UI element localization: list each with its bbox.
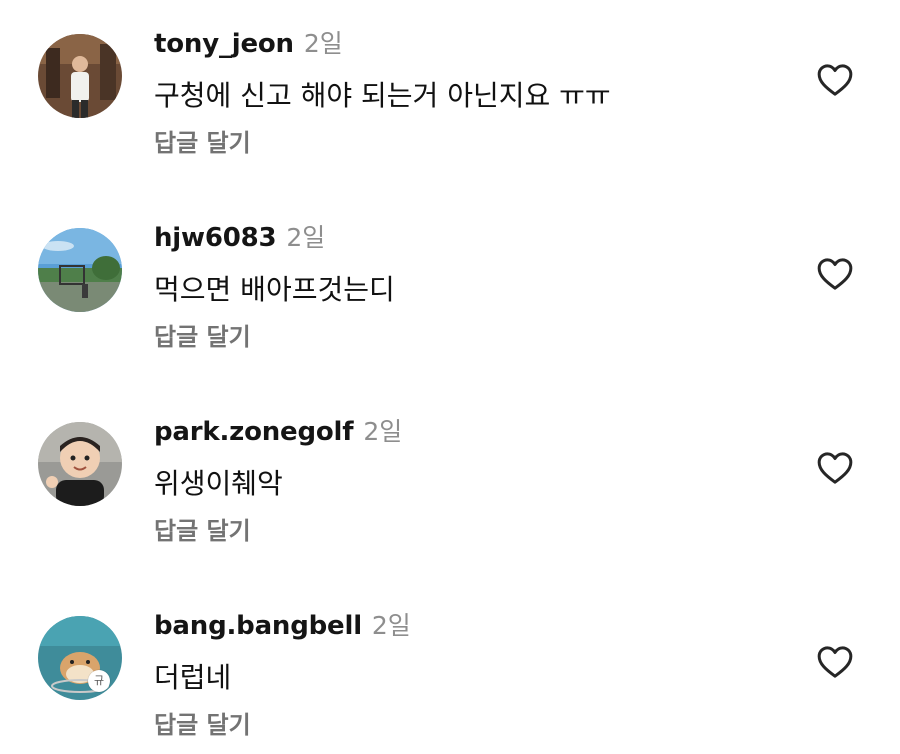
avatar[interactable] <box>38 228 122 312</box>
avatar[interactable] <box>38 616 122 700</box>
heart-icon[interactable] <box>814 254 856 294</box>
comment-text: 구청에 신고 해야 되는거 아닌지요 ㅠㅠ <box>154 79 611 112</box>
comment-header: tony_jeon 2일 <box>154 26 343 65</box>
avatar-photo <box>38 228 122 312</box>
avatar-badge: 규 <box>88 670 110 692</box>
avatar-photo <box>38 422 122 506</box>
comment-text: 더럽네 <box>154 661 232 694</box>
reply-button[interactable]: 답글 달기 <box>154 514 251 548</box>
timestamp: 2일 <box>303 29 343 58</box>
timestamp: 2일 <box>371 611 411 640</box>
avatar[interactable] <box>38 34 122 118</box>
comment-header: bang.bangbell 2일 <box>154 608 411 647</box>
comment-text: 위생이췌악 <box>154 467 283 500</box>
heart-icon[interactable] <box>814 60 856 100</box>
heart-icon[interactable] <box>814 642 856 682</box>
timestamp: 2일 <box>286 223 326 252</box>
comment-item: hjw6083 2일 먹으면 배아프것는디 답글 달기 <box>0 194 900 364</box>
avatar-photo <box>38 34 122 118</box>
comment-item: tony_jeon 2일 구청에 신고 해야 되는거 아닌지요 ㅠㅠ 답글 달기 <box>0 0 900 170</box>
reply-button[interactable]: 답글 달기 <box>154 708 251 742</box>
reply-button[interactable]: 답글 달기 <box>154 126 251 160</box>
timestamp: 2일 <box>363 417 403 446</box>
username[interactable]: bang.bangbell <box>154 611 362 641</box>
comment-header: hjw6083 2일 <box>154 220 325 259</box>
username[interactable]: tony_jeon <box>154 29 294 59</box>
avatar-photo <box>38 616 122 700</box>
comment-header: park.zonegolf 2일 <box>154 414 402 453</box>
username[interactable]: hjw6083 <box>154 223 277 253</box>
reply-button[interactable]: 답글 달기 <box>154 320 251 354</box>
comment-text: 먹으면 배아프것는디 <box>154 273 395 306</box>
username[interactable]: park.zonegolf <box>154 417 354 447</box>
avatar[interactable] <box>38 422 122 506</box>
heart-icon[interactable] <box>814 448 856 488</box>
comment-item: bang.bangbell 2일 더럽네 답글 달기 <box>0 582 900 752</box>
comment-item: park.zonegolf 2일 위생이췌악 답글 달기 <box>0 388 900 558</box>
